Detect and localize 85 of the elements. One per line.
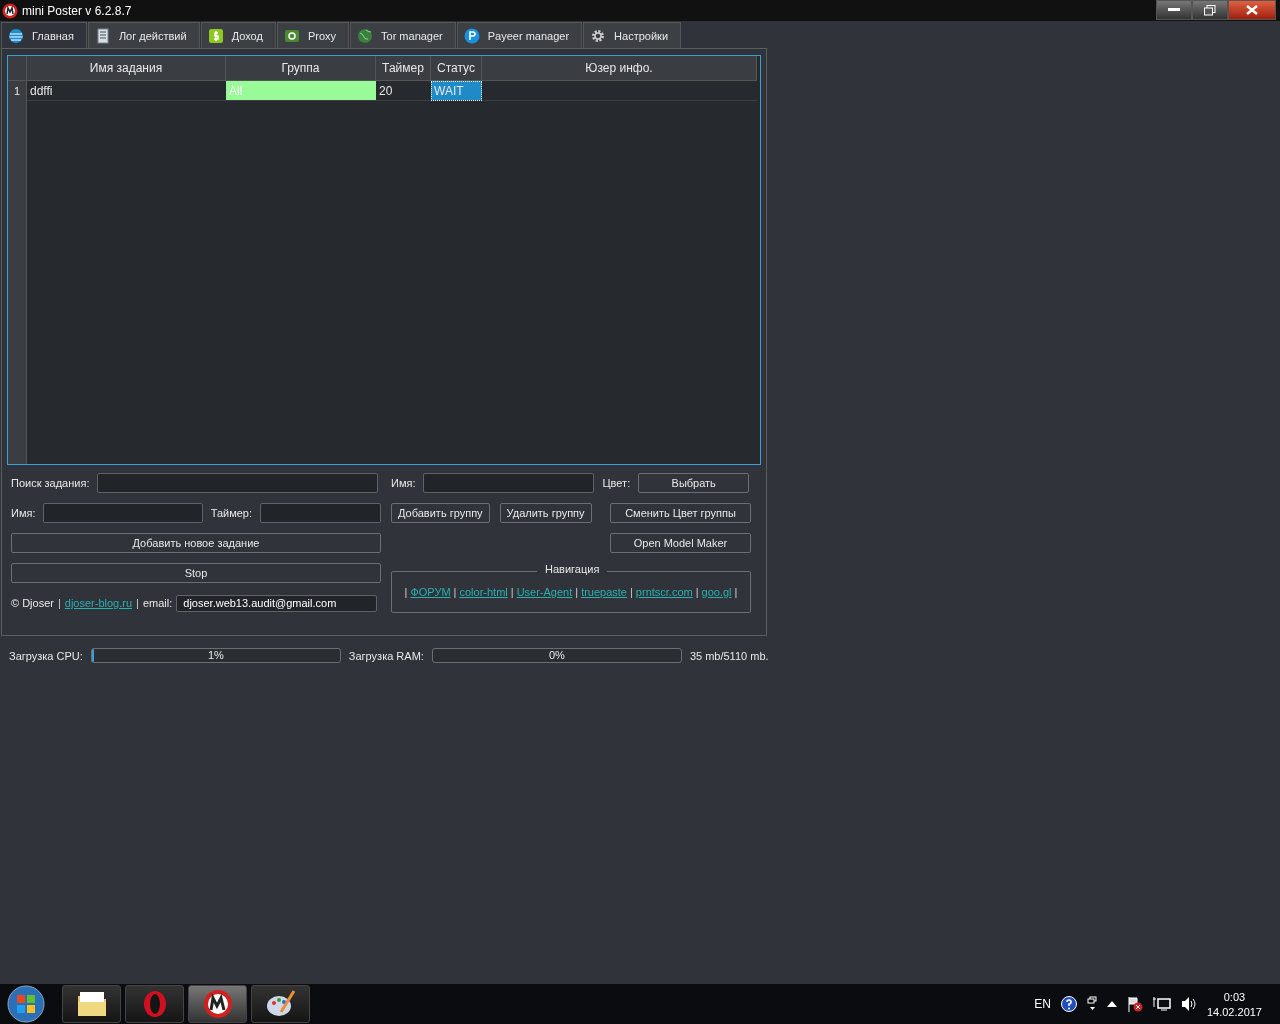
add-group-button[interactable]: Добавить группу	[391, 503, 490, 523]
navigation-link[interactable]: goo.gl	[701, 586, 732, 598]
minimize-icon	[1168, 8, 1180, 12]
taskbar-button[interactable]	[62, 985, 121, 1023]
earth-icon	[357, 27, 373, 44]
navigation-link[interactable]: prntscr.com	[635, 586, 693, 598]
separator-text: |	[57, 597, 61, 609]
email-field[interactable]: djoser.web13.audit@gmail.com	[176, 594, 378, 612]
column-header[interactable]: Статус	[431, 56, 482, 81]
row-number: 1	[8, 81, 27, 101]
document-icon	[94, 27, 111, 44]
clock-date[interactable]: 14.02.2017	[1206, 1005, 1262, 1018]
separator-text: |	[404, 586, 408, 598]
column-header[interactable]: Таймер	[376, 56, 431, 81]
table-cell: WAIT	[431, 81, 482, 101]
tab[interactable]: Главная	[1, 22, 87, 48]
ram-label: Загрузка RAM:	[348, 649, 424, 662]
network-icon[interactable]	[1152, 996, 1171, 1012]
search-field[interactable]	[97, 473, 379, 493]
start-button[interactable]	[6, 984, 46, 1024]
timer-label: Таймер:	[210, 507, 252, 519]
ram-reading: 0%	[547, 649, 566, 662]
tab[interactable]: Доход	[200, 22, 276, 48]
separator-text: |	[575, 586, 579, 598]
cpu-label: Загрузка CPU:	[9, 649, 83, 662]
table-corner	[8, 56, 27, 81]
color-label: Цвет:	[602, 477, 631, 489]
minimize-button[interactable]	[1156, 0, 1192, 20]
gear-icon	[590, 27, 607, 44]
footer-text: © Djoser	[11, 597, 54, 609]
timer-field[interactable]	[260, 503, 381, 523]
windows-icon[interactable]	[1086, 996, 1097, 1012]
table-cell: ddffi	[27, 81, 226, 101]
taskbar-button[interactable]	[251, 985, 310, 1023]
separator-text: |	[630, 586, 633, 598]
show-hidden-icon[interactable]	[1106, 1001, 1117, 1007]
choose-color-button[interactable]: Выбрать	[638, 473, 750, 493]
group-name-label: Имя:	[391, 477, 416, 489]
separator-text: |	[453, 586, 457, 598]
close-button[interactable]	[1228, 0, 1276, 20]
cpu-reading: 1%	[206, 649, 225, 662]
maximize-icon	[1204, 4, 1216, 16]
column-header[interactable]: Группа	[226, 56, 376, 81]
footer-text: email:	[142, 597, 173, 609]
delete-group-button[interactable]: Удалить группу	[499, 503, 592, 523]
navigation-title: Навигация	[537, 563, 608, 575]
stop-button[interactable]: Stop	[11, 563, 381, 583]
separator-text: |	[136, 597, 139, 609]
change-color-button[interactable]: Сменить Цвет группы	[610, 503, 751, 523]
clock-time[interactable]: 0:03	[1223, 990, 1246, 1003]
language-indicator[interactable]: EN	[1034, 997, 1051, 1011]
tab[interactable]: Настройки	[583, 22, 682, 48]
search-label: Поиск задания:	[11, 477, 90, 489]
table-cell: All	[226, 81, 376, 101]
memory-usage: 35 mb/5110 mb.	[689, 649, 769, 662]
separator-text: |	[695, 586, 699, 598]
speaker-icon[interactable]	[1180, 996, 1197, 1012]
site-link[interactable]: djoser-blog.ru	[64, 597, 133, 609]
tab[interactable]: Tor manager	[350, 22, 456, 48]
app-logo-icon	[2, 2, 18, 19]
navigation-link[interactable]: truepaste	[581, 586, 627, 598]
window-title: mini Poster v 6.2.8.7	[22, 3, 132, 18]
flag-icon[interactable]	[1126, 996, 1143, 1012]
tab[interactable]: Proxy	[276, 22, 349, 48]
payeer-icon	[463, 27, 480, 44]
group-name-field[interactable]	[423, 473, 595, 493]
globe-icon	[8, 27, 24, 44]
taskbar-button[interactable]	[188, 985, 247, 1023]
help-icon[interactable]	[1060, 996, 1077, 1012]
navigation-link[interactable]: color-html	[459, 586, 508, 598]
maximize-button[interactable]	[1192, 0, 1228, 20]
model-maker-button[interactable]: Open Model Maker	[610, 533, 751, 553]
separator-text: |	[510, 586, 514, 598]
close-icon	[1246, 5, 1258, 15]
column-header[interactable]: Юзер инфо.	[482, 56, 757, 81]
add-task-button[interactable]: Добавить новое задание	[11, 533, 381, 553]
navigation-link[interactable]: ФОРУМ	[410, 586, 451, 598]
money-icon	[207, 27, 224, 44]
tab[interactable]: Payeer manager	[456, 22, 583, 48]
name-label: Имя:	[11, 507, 36, 519]
navigation-link[interactable]: User-Agent	[516, 586, 573, 598]
separator-text: |	[734, 586, 738, 598]
tab[interactable]: Лог действий	[87, 22, 200, 48]
column-header[interactable]: Имя задания	[27, 56, 226, 81]
name-field[interactable]	[43, 503, 203, 523]
